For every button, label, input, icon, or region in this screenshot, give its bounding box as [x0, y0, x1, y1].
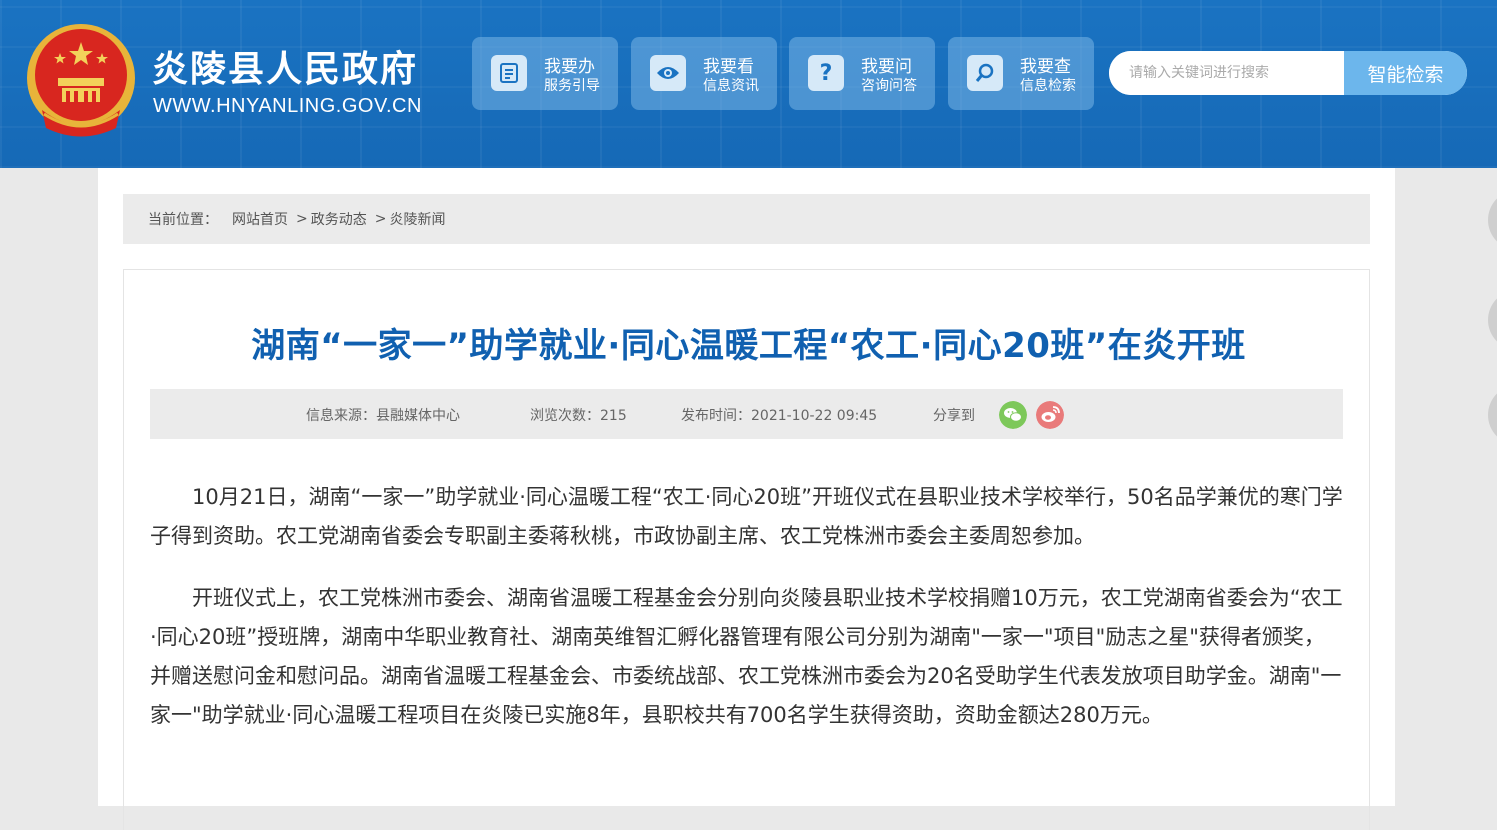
nav-subtitle: 咨询问答	[861, 78, 917, 94]
article-title: 湖南“一家一”助学就业·同心温暖工程“农工·同心20班”在炎开班	[251, 326, 1246, 366]
nav-button-services[interactable]: 我要办 服务引导	[472, 37, 618, 110]
breadcrumb-separator: >	[374, 211, 387, 227]
nav-button-ask[interactable]: ? 我要问 咨询问答	[789, 37, 935, 110]
site-header: 炎陵县人民政府 WWW.HNYANLING.GOV.CN 我要办 服务引导 我要…	[0, 0, 1497, 168]
nav-button-lookup[interactable]: 我要查 信息检索	[948, 37, 1094, 110]
article-paragraph: 开班仪式上，农工党株洲市委会、湖南省温暖工程基金会分别向炎陵县职业技术学校捐赠1…	[150, 586, 1343, 727]
breadcrumb-label: 当前位置：	[148, 212, 218, 228]
nav-subtitle: 信息资讯	[703, 78, 759, 94]
floating-side-button[interactable]	[1488, 385, 1497, 445]
nav-title: 我要办	[544, 57, 595, 77]
article-paragraph: 10月21日，湖南“一家一”助学就业·同心温暖工程“农工·同心20班”开班仪式在…	[150, 485, 1343, 548]
nav-title: 我要看	[703, 57, 754, 77]
eye-icon	[650, 55, 686, 91]
breadcrumb: 当前位置： 网站首页 > 政务动态 > 炎陵新闻	[123, 194, 1370, 244]
meta-published: 发布时间：2021-10-22 09:45	[681, 408, 878, 424]
breadcrumb-separator: >	[296, 211, 308, 227]
article-body: 10月21日，湖南“一家一”助学就业·同心温暖工程“农工·同心20班”开班仪式在…	[150, 478, 1345, 758]
nav-title: 我要问	[861, 57, 912, 77]
breadcrumb-link-yanling-news[interactable]: 炎陵新闻	[389, 209, 445, 229]
site-name: 炎陵县人民政府	[152, 49, 419, 90]
article-meta: 信息来源：县融媒体中心 浏览次数：215 发布时间：2021-10-22 09:…	[150, 389, 1343, 439]
wechat-share-icon[interactable]	[999, 401, 1027, 429]
national-emblem-icon[interactable]	[22, 20, 140, 142]
search-input[interactable]	[1109, 51, 1365, 95]
smart-search-button[interactable]: 智能检索	[1344, 51, 1467, 95]
meta-share-label: 分享到	[933, 408, 975, 424]
nav-button-info[interactable]: 我要看 信息资讯	[631, 37, 777, 110]
site-url: WWW.HNYANLING.GOV.CN	[153, 95, 422, 117]
nav-title: 我要查	[1020, 57, 1071, 77]
breadcrumb-link-home[interactable]: 网站首页	[232, 209, 288, 229]
meta-views: 浏览次数：215	[530, 408, 627, 424]
breadcrumb-link-news[interactable]: 政务动态	[311, 209, 367, 229]
nav-subtitle: 服务引导	[544, 78, 600, 94]
question-icon: ?	[808, 55, 844, 91]
nav-subtitle: 信息检索	[1020, 78, 1076, 94]
document-icon	[491, 55, 527, 91]
search-box: 智能检索	[1109, 51, 1467, 95]
meta-source: 信息来源：县融媒体中心	[306, 408, 460, 424]
weibo-share-icon[interactable]	[1036, 401, 1064, 429]
floating-side-button[interactable]	[1488, 190, 1497, 250]
search-icon	[967, 55, 1003, 91]
